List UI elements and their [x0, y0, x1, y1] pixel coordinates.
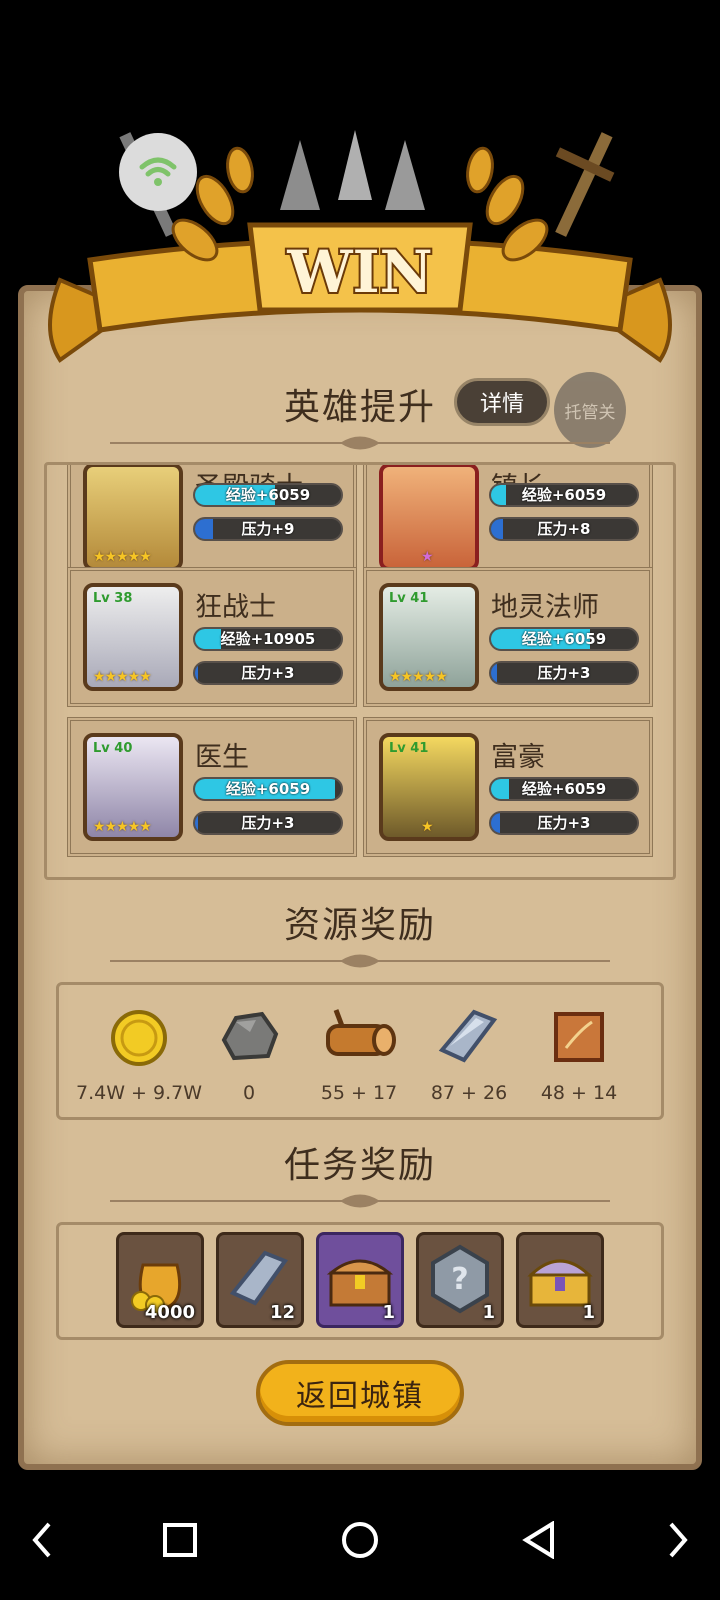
hero-name: 医生 — [195, 742, 249, 773]
hero-level: Lv 40 — [93, 741, 133, 756]
nav-home-icon[interactable] — [330, 1510, 390, 1570]
hero-portrait: Lv 40 ★★★★★ — [83, 733, 183, 841]
resource-leather: 48 + 14 — [534, 1000, 624, 1110]
pressure-bar: 压力+3 — [193, 811, 343, 835]
pressure-bar: 压力+3 — [489, 811, 639, 835]
nav-forward-arrow-icon[interactable] — [648, 1510, 708, 1570]
return-to-town-button[interactable]: 返回城镇 — [256, 1360, 464, 1426]
hero-portrait: ★ — [379, 465, 479, 571]
task-reward-item[interactable]: 4000 — [116, 1232, 204, 1328]
hero-name: 富豪 — [491, 742, 545, 773]
pressure-bar: 压力+9 — [193, 517, 343, 541]
nav-back-triangle-icon[interactable] — [510, 1510, 570, 1570]
exp-bar: 经验+6059 — [489, 483, 639, 507]
exp-bar: 经验+10905 — [193, 627, 343, 651]
exp-bar: 经验+6059 — [489, 777, 639, 801]
reward-count: 12 — [269, 1302, 295, 1323]
star-rating: ★ — [421, 549, 434, 565]
reward-count: 1 — [582, 1302, 595, 1323]
hero-card[interactable]: Lv 41 ★ 富豪 经验+6059 压力+3 — [363, 717, 653, 857]
stone-icon — [221, 1011, 279, 1061]
resource-wood: 55 + 17 — [314, 1000, 404, 1110]
exp-bar: 经验+6059 — [193, 777, 343, 801]
star-rating: ★ — [421, 819, 434, 835]
hero-card[interactable]: Lv 38 ★★★★★ 狂战士 经验+10905 压力+3 — [67, 567, 357, 707]
hero-portrait: Lv 38 ★★★★★ — [83, 583, 183, 691]
gold-coin-icon — [111, 1010, 167, 1066]
hero-level: Lv 41 — [389, 591, 429, 606]
star-rating: ★★★★★ — [93, 549, 152, 565]
resource-iron: 87 + 26 — [424, 1000, 514, 1110]
tasks-section-title: 任务奖励 — [283, 1145, 436, 1186]
hero-portrait: Lv 41 ★★★★★ — [379, 583, 479, 691]
hero-portrait: Lv 41 ★ — [379, 733, 479, 841]
task-reward-item[interactable]: 1 — [316, 1232, 404, 1328]
pressure-bar: 压力+3 — [489, 661, 639, 685]
resource-gold: 7.4W + 9.7W — [76, 1000, 202, 1110]
resources-section-title: 资源奖励 — [283, 905, 436, 946]
pressure-bar: 压力+3 — [193, 661, 343, 685]
resource-stone: 0 — [204, 1000, 294, 1110]
reward-count: 1 — [382, 1302, 395, 1323]
wood-log-icon — [326, 1009, 396, 1056]
star-rating: ★★★★★ — [389, 669, 448, 685]
ornament-divider — [110, 1194, 610, 1208]
detail-button[interactable]: 详情 — [454, 378, 550, 426]
exp-bar: 经验+6059 — [193, 483, 343, 507]
nav-recents-icon[interactable] — [150, 1510, 210, 1570]
task-reward-item[interactable]: ? 1 — [416, 1232, 504, 1328]
ornament-divider — [110, 954, 610, 968]
wifi-icon — [139, 157, 177, 186]
banner-title: WIN — [286, 238, 432, 306]
win-banner: WIN — [48, 146, 672, 363]
leather-icon — [554, 1012, 604, 1062]
star-rating: ★★★★★ — [93, 669, 152, 685]
hero-level: Lv 41 — [389, 741, 429, 756]
hero-name: 地灵法师 — [491, 592, 599, 623]
pressure-bar: 压力+8 — [489, 517, 639, 541]
hero-name: 狂战士 — [195, 592, 276, 623]
task-reward-item[interactable]: 12 — [216, 1232, 304, 1328]
star-rating: ★★★★★ — [93, 819, 152, 835]
reward-count: 4000 — [144, 1302, 195, 1323]
wifi-float-button[interactable] — [119, 133, 197, 211]
nav-back-arrow-icon[interactable] — [12, 1510, 72, 1570]
svg-text:?: ? — [451, 1262, 468, 1297]
task-reward-item[interactable]: 1 — [516, 1232, 604, 1328]
hero-list[interactable]: ★★★★★ 圣殿骑士 经验+6059 压力+9 ★ 镇长 经验+6059 压力+… — [44, 462, 676, 880]
hero-card[interactable]: Lv 41 ★★★★★ 地灵法师 经验+6059 压力+3 — [363, 567, 653, 707]
iron-ingot-icon — [438, 1009, 498, 1063]
hero-level: Lv 38 — [93, 591, 133, 606]
hero-card[interactable]: Lv 40 ★★★★★ 医生 经验+6059 压力+3 — [67, 717, 357, 857]
resource-amount: 48 + 14 — [540, 1082, 618, 1104]
ornament-divider — [110, 436, 610, 450]
exp-bar: 经验+6059 — [489, 627, 639, 651]
hero-portrait: ★★★★★ — [83, 465, 183, 571]
reward-count: 1 — [482, 1302, 495, 1323]
